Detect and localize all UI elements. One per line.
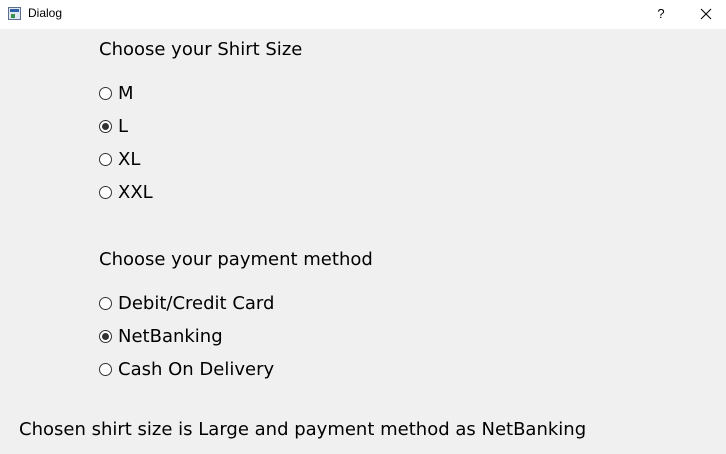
radio-label[interactable]: XXL (118, 182, 153, 203)
shirt-size-radio-m[interactable]: M (99, 82, 134, 104)
radio-label[interactable]: Debit/Credit Card (118, 293, 274, 314)
shirt-size-heading: Choose your Shirt Size (99, 39, 303, 60)
radio-indicator[interactable] (99, 152, 112, 166)
radio-label[interactable]: NetBanking (118, 326, 223, 347)
payment-radio-cod[interactable]: Cash On Delivery (99, 358, 274, 380)
radio-label[interactable]: Cash On Delivery (118, 359, 274, 380)
radio-label[interactable]: M (118, 83, 134, 104)
close-button[interactable] (692, 0, 720, 29)
shirt-size-radio-l[interactable]: L (99, 115, 128, 137)
radio-label[interactable]: L (118, 116, 128, 137)
radio-indicator[interactable] (99, 362, 112, 376)
close-icon (700, 8, 712, 20)
shirt-size-radio-xl[interactable]: XL (99, 148, 140, 170)
shirt-size-radio-xxl[interactable]: XXL (99, 181, 153, 203)
dialog-app-icon (8, 7, 21, 20)
selection-summary: Chosen shirt size is Large and payment m… (19, 419, 587, 440)
title-bar: Dialog ? (0, 0, 726, 29)
window-title: Dialog (28, 6, 63, 20)
radio-indicator[interactable] (99, 185, 112, 199)
payment-radio-card[interactable]: Debit/Credit Card (99, 292, 274, 314)
payment-radio-netbanking[interactable]: NetBanking (99, 325, 223, 347)
radio-indicator[interactable] (99, 329, 112, 343)
radio-indicator[interactable] (99, 119, 112, 133)
radio-indicator[interactable] (99, 296, 112, 310)
radio-label[interactable]: XL (118, 149, 140, 170)
radio-indicator[interactable] (99, 86, 112, 100)
help-icon: ? (657, 6, 665, 21)
help-button[interactable]: ? (648, 0, 674, 29)
payment-method-heading: Choose your payment method (99, 249, 373, 270)
